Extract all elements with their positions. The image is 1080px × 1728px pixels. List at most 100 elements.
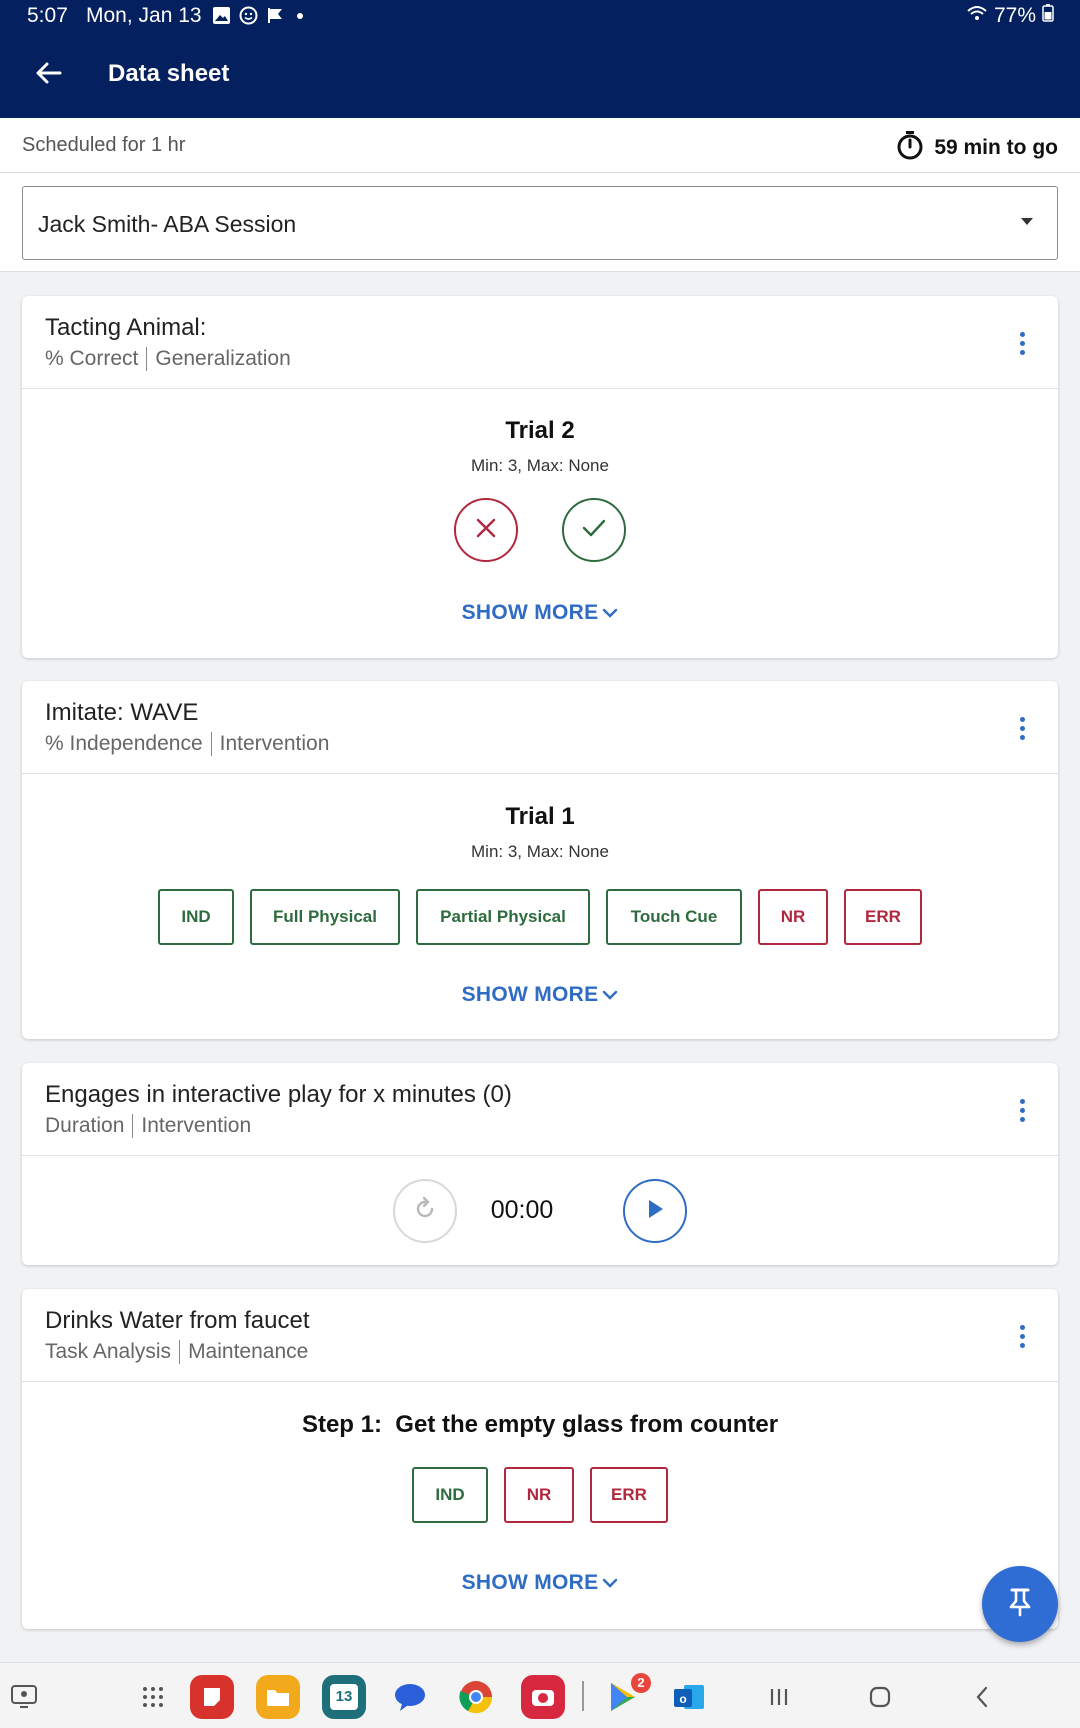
option-nr-button[interactable]: NR — [504, 1467, 574, 1523]
battery-level: 77% — [993, 4, 1036, 27]
more-vert-icon[interactable] — [1020, 717, 1026, 741]
dropdown-caret-icon — [1021, 218, 1033, 225]
correct-button[interactable] — [562, 498, 626, 562]
remaining-text: 59 min to go — [934, 136, 1058, 159]
home-icon[interactable] — [858, 1675, 902, 1719]
option-err-button[interactable]: ERR — [590, 1467, 668, 1523]
chevron-down-icon — [603, 991, 618, 1001]
card-phase: Maintenance — [188, 1340, 309, 1363]
time-remaining: 59 min to go — [896, 130, 1058, 166]
status-date: Mon, Jan 13 — [86, 4, 202, 27]
schedule-bar: Scheduled for 1 hr 59 min to go — [0, 118, 1080, 173]
card-phase: Intervention — [219, 732, 330, 755]
calendar-day: 13 — [330, 1684, 358, 1710]
chevron-down-icon — [603, 609, 618, 619]
gallery-icon — [212, 6, 231, 25]
card-header: Imitate: WAVE % Independence Intervention — [22, 681, 1058, 774]
trial-minmax: Min: 3, Max: None — [471, 456, 609, 475]
notes-app-icon[interactable] — [190, 1675, 234, 1719]
show-more-label: SHOW MORE — [461, 1571, 599, 1594]
option-partial-physical-button[interactable]: Partial Physical — [416, 889, 590, 945]
show-more-button[interactable]: SHOW MORE — [22, 601, 1058, 625]
schedule-label: Scheduled for 1 hr — [22, 134, 186, 156]
option-touch-cue-button[interactable]: Touch Cue — [606, 889, 742, 945]
program-card-tacting: Tacting Animal: % Correct Generalization … — [22, 296, 1058, 658]
check-icon — [581, 517, 607, 544]
option-ind-button[interactable]: IND — [412, 1467, 488, 1523]
trial-title: Trial 2 — [505, 417, 575, 444]
dot-icon — [297, 12, 303, 19]
flag-icon — [266, 6, 285, 25]
prompt-options: IND Full Physical Partial Physical Touch… — [22, 889, 1058, 945]
card-phase: Generalization — [155, 347, 291, 370]
session-select-wrapper: Jack Smith- ABA Session — [0, 173, 1080, 272]
step-label: Step 1: — [301, 1411, 382, 1438]
program-card-drinks-water: Drinks Water from faucet Task Analysis Ma… — [22, 1289, 1058, 1629]
card-measure: % Independence — [45, 732, 203, 755]
step-title: Step 1: Get the empty glass from counter — [22, 1411, 1058, 1439]
calendar-app-icon[interactable]: 13 — [322, 1675, 366, 1719]
app-drawer-icon[interactable] — [131, 1675, 175, 1719]
back-arrow-icon[interactable] — [34, 58, 64, 88]
card-header: Engages in interactive play for x minute… — [22, 1063, 1058, 1156]
page-title: Data sheet — [108, 60, 230, 87]
svg-text:o: o — [679, 1692, 686, 1706]
refresh-icon — [412, 1196, 438, 1227]
more-vert-icon[interactable] — [1020, 1325, 1026, 1349]
status-bar: 5:07 Mon, Jan 13 77% — [0, 0, 1080, 32]
card-subtitle: % Correct Generalization — [45, 347, 291, 372]
timer-display: 00:00 — [490, 1196, 554, 1224]
files-app-icon[interactable] — [256, 1675, 300, 1719]
messages-app-icon[interactable] — [388, 1675, 432, 1719]
trial-title: Trial 1 — [505, 803, 575, 830]
reset-timer-button[interactable] — [393, 1179, 457, 1243]
card-phase: Intervention — [141, 1114, 252, 1137]
show-more-button[interactable]: SHOW MORE — [22, 983, 1058, 1007]
pin-icon — [1007, 1587, 1033, 1622]
option-full-physical-button[interactable]: Full Physical — [250, 889, 400, 945]
option-ind-button[interactable]: IND — [158, 889, 234, 945]
camera-app-icon[interactable] — [521, 1675, 565, 1719]
card-subtitle: Task Analysis Maintenance — [45, 1340, 309, 1365]
more-vert-icon[interactable] — [1020, 332, 1026, 356]
card-title: Drinks Water from faucet — [45, 1307, 310, 1334]
card-title: Tacting Animal: — [45, 314, 207, 341]
notification-badge: 2 — [631, 1673, 651, 1693]
status-right: 77% — [966, 4, 1054, 28]
emoji-icon — [239, 6, 258, 25]
step-text: Get the empty glass from counter — [395, 1411, 779, 1438]
desktop-mode-icon[interactable] — [2, 1675, 46, 1719]
card-subtitle: Duration Intervention — [45, 1114, 252, 1139]
wifi-icon — [966, 4, 988, 28]
taskbar-divider — [582, 1681, 584, 1711]
app-bar: Data sheet — [0, 32, 1080, 118]
card-measure: Duration — [45, 1114, 125, 1137]
card-measure: Task Analysis — [45, 1340, 172, 1363]
play-icon — [645, 1198, 665, 1225]
option-nr-button[interactable]: NR — [758, 889, 828, 945]
system-nav-bar: 13 2 o — [0, 1662, 1080, 1728]
start-timer-button[interactable] — [623, 1179, 687, 1243]
option-err-button[interactable]: ERR — [844, 889, 922, 945]
card-subtitle: % Independence Intervention — [45, 732, 330, 757]
outlook-app-icon[interactable]: o — [667, 1675, 711, 1719]
pin-fab-button[interactable] — [982, 1566, 1058, 1642]
show-more-label: SHOW MORE — [461, 601, 599, 624]
session-select-value: Jack Smith- ABA Session — [38, 211, 297, 237]
card-measure: % Correct — [45, 347, 139, 370]
chevron-down-icon — [603, 1579, 618, 1589]
show-more-label: SHOW MORE — [461, 983, 599, 1006]
card-title: Engages in interactive play for x minute… — [45, 1081, 512, 1108]
session-select[interactable]: Jack Smith- ABA Session — [22, 186, 1058, 260]
back-nav-icon[interactable] — [960, 1675, 1004, 1719]
more-vert-icon[interactable] — [1020, 1099, 1026, 1123]
card-title: Imitate: WAVE — [45, 699, 199, 726]
stopwatch-icon — [896, 130, 924, 166]
battery-icon — [1042, 4, 1054, 28]
show-more-button[interactable]: SHOW MORE — [22, 1571, 1058, 1595]
incorrect-button[interactable] — [454, 498, 518, 562]
card-header: Tacting Animal: % Correct Generalization — [22, 296, 1058, 389]
notification-icons — [212, 6, 303, 25]
recent-apps-icon[interactable] — [757, 1675, 801, 1719]
chrome-app-icon[interactable] — [454, 1675, 498, 1719]
